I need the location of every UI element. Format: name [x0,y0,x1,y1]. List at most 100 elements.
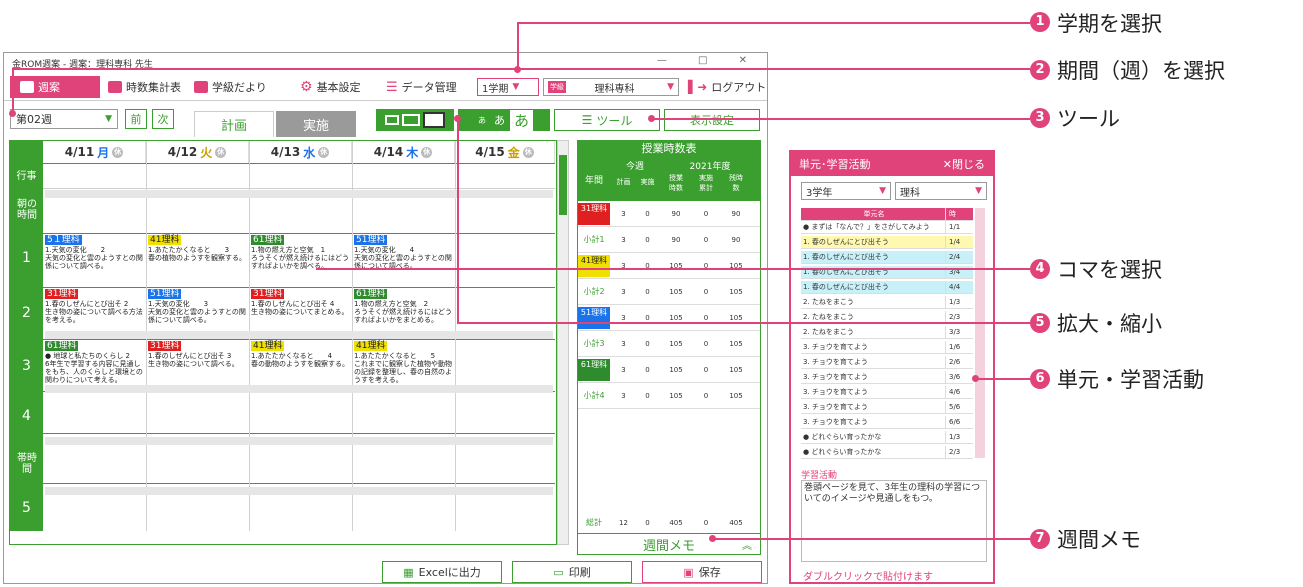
hours-row-line [578,278,760,279]
holiday-toggle[interactable]: 休 [112,146,124,158]
font-large-button[interactable]: あ [509,109,533,131]
next-week-button[interactable]: 次 [152,109,174,129]
unit-row[interactable]: 3. チョウを育てよう 3/6 [801,371,973,384]
tab-hours[interactable]: 時数集計表 [108,76,181,98]
unit-row[interactable]: 3. チョウを育てよう 5/6 [801,401,973,414]
unit-row[interactable]: 2. たねをまこう 3/3 [801,326,973,339]
zoom-large-button[interactable] [423,112,445,128]
excel-export-button[interactable]: ▦ Excelに出力 [382,561,502,583]
lesson-text[interactable]: 1.物の燃え方と空気 2 ろうそくが燃え続けるにはどうすればよいかをまとめる。 [354,300,453,330]
lesson-tag[interactable]: 31理科 [45,289,79,299]
zoom-mid-button[interactable] [402,114,420,126]
unit-time: 1/1 [945,221,973,233]
prev-week-button[interactable]: 前 [125,109,147,129]
lesson-text[interactable]: 1.春のしぜんにとび出そ 3 生き物の姿について調べる。 [148,352,247,385]
window-controls[interactable]: — □ ✕ [657,55,761,66]
unit-time: 2/6 [945,356,973,368]
add-slot-bar[interactable] [45,437,553,445]
logout-button[interactable]: ▌➜ ログアウト [688,76,766,98]
class-select[interactable]: 学級 理科専科 ▼ [543,78,679,96]
week-select[interactable]: 第02週 ▼ [10,109,118,129]
unit-row[interactable]: ● まずは「なんで？」をさがしてみよう 1/1 [801,221,973,234]
scroll-thumb[interactable] [559,155,567,215]
lesson-text[interactable]: 1.春のしぜんにとび出そ 2 生き物の姿について調べる方法を考える。 [45,300,144,330]
unit-row[interactable]: 3. チョウを育てよう 4/6 [801,386,973,399]
unit-row[interactable]: ● どれぐらい育ったかな 1/3 [801,431,973,444]
holiday-toggle[interactable]: 休 [522,146,534,158]
weekly-memo-button[interactable]: 週間メモ ︽ [577,533,761,555]
lesson-text[interactable]: 1.天気の変化 2 天気の変化と雲のようすとの関係について調べる。 [45,246,144,282]
lesson-tag[interactable]: 51理科 [354,235,388,245]
holiday-toggle[interactable]: 休 [318,146,330,158]
lesson-text[interactable]: 1.あたたかくなると 4 春の動物のようすを観察する。 [251,352,350,385]
day-date: 4/11 [64,145,95,159]
lesson-tag[interactable]: 41理科 [148,235,182,245]
lesson-tag[interactable]: 61理科 [354,289,388,299]
lesson-text[interactable]: 1.春のしぜんにとび出そ 4 生き物の姿についてまとめる。 [251,300,350,330]
row-period-5: 5 [22,500,31,516]
lesson-tag[interactable]: 61理科 [251,235,285,245]
hours-row-label: 61理科 [578,359,610,381]
unit-row[interactable]: 1. 春のしぜんにとび出そう 4/4 [801,281,973,294]
tab-newsletter[interactable]: 学級だより [194,76,267,98]
grade-select[interactable]: 3学年 ▼ [801,182,891,200]
lesson-text[interactable]: 1.天気の変化 4 天気の変化と雲のようすとの関係について調べる。 [354,246,453,282]
unit-row[interactable]: 1. 春のしぜんにとび出そう 2/4 [801,251,973,264]
unit-row[interactable]: 3. チョウを育てよう 1/6 [801,341,973,354]
lesson-tag[interactable]: 41理科 [354,341,388,351]
tab-weekly[interactable]: 週案 [10,76,100,98]
unit-row[interactable]: 3. チョウを育てよう 2/6 [801,356,973,369]
grid-line [43,339,555,340]
class-badge: 学級 [548,81,566,93]
hours-total-label: 総計 [586,518,602,527]
lesson-tag[interactable]: 51理科 [148,289,182,299]
holiday-toggle[interactable]: 休 [421,146,433,158]
add-slot-bar[interactable] [45,385,553,393]
lesson-text[interactable]: 1.あたたかくなると 5 これまでに観察した植物や動物の記録を整理し、春の自然の… [354,352,453,385]
hours-cell: 0 [645,210,650,218]
add-slot-bar[interactable] [45,190,553,198]
lesson-text[interactable]: 1.天気の変化 3 天気の変化と雲のようすとの関係について調べる。 [148,300,247,330]
print-button[interactable]: ▭ 印刷 [512,561,632,583]
tab-data[interactable]: ☰ データ管理 [386,76,457,98]
holiday-toggle[interactable]: 休 [215,146,227,158]
unit-scrollbar[interactable] [975,208,985,458]
activity-textarea[interactable]: 巻頭ページを見て、3年生の理科の学習についてのイメージや見通しをもつ。 [801,480,987,562]
lesson-tag[interactable]: 41理科 [251,341,285,351]
lesson-text[interactable]: ● 地球と私たちのくらし 2 6年生で学習する内容に見通しをもち、人のくらしと環… [45,352,144,385]
font-small-button[interactable]: あ [475,115,489,126]
zoom-small-button[interactable] [385,115,399,125]
lesson-tag[interactable]: 61理科 [45,341,79,351]
tool-button[interactable]: ☰ ツール [554,109,660,131]
add-slot-bar[interactable] [45,487,553,495]
lesson-tag[interactable]: 31理科 [148,341,182,351]
add-slot-bar[interactable] [45,331,553,339]
unit-row[interactable]: ● どれぐらい育ったかな 2/3 [801,446,973,459]
hours-cell: 0 [703,288,709,296]
tab-done[interactable]: 実施 [276,111,356,137]
subject-select[interactable]: 理科 ▼ [895,182,987,200]
term-select[interactable]: 1学期 ▼ [477,78,539,96]
menu-icon: ☰ [581,113,593,127]
hours-cell: 3 [621,236,626,244]
hours-row-line [578,356,760,357]
font-mid-button[interactable]: あ [491,112,508,128]
callout-badge: 2 [1030,60,1050,80]
display-settings-button[interactable]: 表示設定 [664,109,760,131]
lesson-text[interactable]: 1.物の燃え方と空気 1 ろうそくが燃え続けるにはどうすればよいかを調べる。 [251,246,350,282]
lesson-tag[interactable]: 5１理科 [45,235,82,245]
vertical-scrollbar[interactable] [557,140,569,545]
lesson-text[interactable]: 1.あたたかくなると 3 春の植物のようすを観察する。 [148,246,247,282]
class-select-value: 理科専科 [594,83,635,95]
unit-row[interactable]: 1. 春のしぜんにとび出そう 1/4 [801,236,973,249]
lesson-tag[interactable]: 31理科 [251,289,285,299]
unit-row[interactable]: 2. たねをまこう 1/3 [801,296,973,309]
close-button[interactable]: ✕閉じる [943,156,985,172]
unit-time: 3/3 [945,326,973,338]
save-button[interactable]: ▣ 保存 [642,561,762,583]
tab-plan[interactable]: 計画 [194,111,274,137]
excel-export-label: Excelに出力 [418,566,481,579]
unit-time: 2/4 [945,251,973,263]
tab-settings[interactable]: ⚙ 基本設定 [300,76,361,98]
unit-row[interactable]: 3. チョウを育てよう 6/6 [801,416,973,429]
